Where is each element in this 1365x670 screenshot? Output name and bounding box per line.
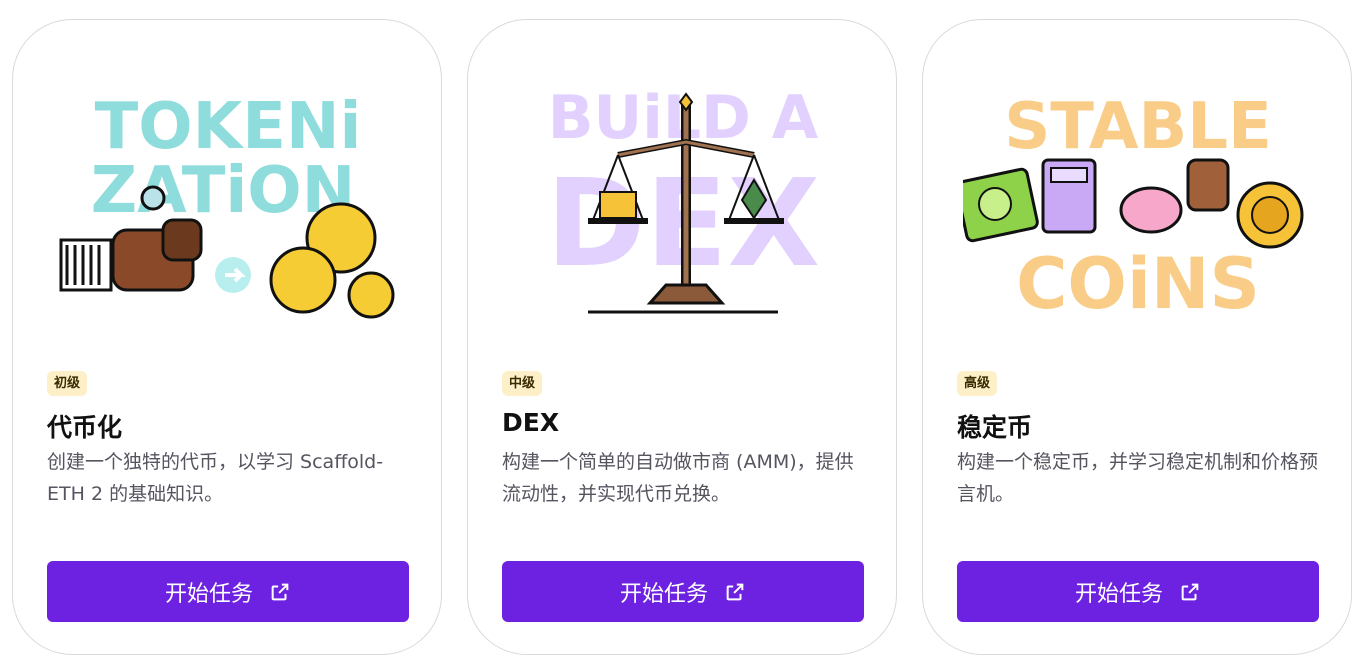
card-title: 稳定币 — [957, 413, 1033, 442]
external-link-icon — [726, 583, 744, 600]
art-title-line-2: COiNS — [1016, 243, 1260, 320]
card-description: 构建一个简单的自动做市商 (AMM)，提供流动性，并实现代币兑换。 — [502, 451, 854, 505]
start-challenge-button[interactable]: 开始任务 — [47, 561, 409, 622]
level-badge: 高级 — [957, 371, 998, 396]
card-description: 创建一个独特的代币，以学习 Scaffold-ETH 2 的基础知识。 — [47, 451, 384, 505]
challenge-card-tokenization: TOKENi ZATiON 初级 代币化 创建一个独特的代币，以学习 Scaff… — [12, 19, 442, 655]
tokenization-illustration: TOKENi ZATiON — [59, 90, 395, 319]
external-link-icon — [271, 583, 289, 600]
dex-illustration: BUiLD A DEX — [546, 83, 820, 314]
challenge-card-stablecoins: STABLE COiNS 高级 稳定币 构建一个稳定币，并学习稳定机制和价格预言… — [922, 19, 1352, 655]
button-label: 开始任务 — [619, 581, 708, 607]
button-label: 开始任务 — [164, 581, 253, 607]
start-challenge-button[interactable]: 开始任务 — [502, 561, 864, 622]
challenge-card-dex: BUiLD A DEX 中级 DEX 构建一个简单的自动做市商 (AMM)，提供… — [467, 19, 897, 655]
button-label: 开始任务 — [1074, 581, 1163, 607]
card-title: 代币化 — [47, 413, 123, 442]
card-title: DEX — [502, 408, 560, 437]
level-badge: 中级 — [502, 371, 543, 396]
card-description: 构建一个稳定币，并学习稳定机制和价格预言机。 — [957, 451, 1319, 505]
external-link-icon — [1181, 583, 1199, 600]
art-title-line-1: STABLE — [1004, 90, 1272, 164]
start-challenge-button[interactable]: 开始任务 — [957, 561, 1319, 622]
level-badge: 初级 — [47, 371, 88, 396]
stablecoins-illustration: STABLE COiNS — [963, 90, 1304, 320]
art-title-line-1: TOKENi — [95, 90, 362, 164]
